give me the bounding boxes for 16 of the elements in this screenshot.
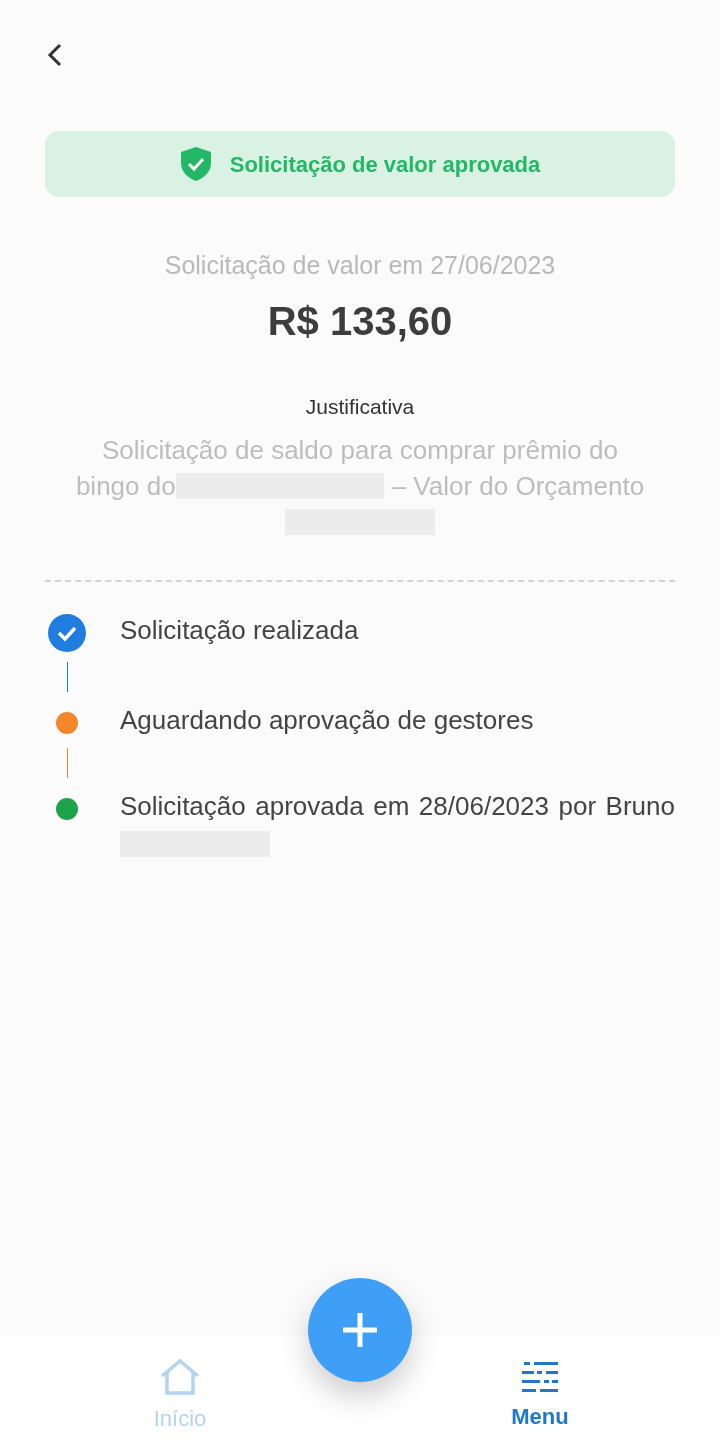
plus-icon [342, 1312, 378, 1348]
justification-text: – Valor do Orçamento [391, 470, 645, 503]
justification-label: Justificativa [304, 393, 416, 420]
back-icon [45, 42, 63, 68]
timeline-text: Aguardando aprovação de gestores [120, 705, 534, 735]
justification-text: Solicitação de saldo para comprar prêmio do [102, 434, 618, 467]
nav-tab[interactable]: Menu [360, 1336, 720, 1456]
justification-text: bingo do [75, 470, 176, 503]
menu-icon [520, 1359, 560, 1394]
shield-check-icon [179, 146, 212, 182]
request-date: Solicitação de valor em 27/06/2023 [163, 250, 557, 281]
timeline-text: Solicitação aprovada em 28/06/2023 por Bruno [120, 791, 675, 821]
home-icon [158, 1357, 202, 1396]
timeline-text: Solicitação realizada [120, 615, 359, 645]
amount: R$ 133,60 [266, 297, 454, 345]
banner-text: Solicitação de valor aprovada [229, 150, 541, 179]
